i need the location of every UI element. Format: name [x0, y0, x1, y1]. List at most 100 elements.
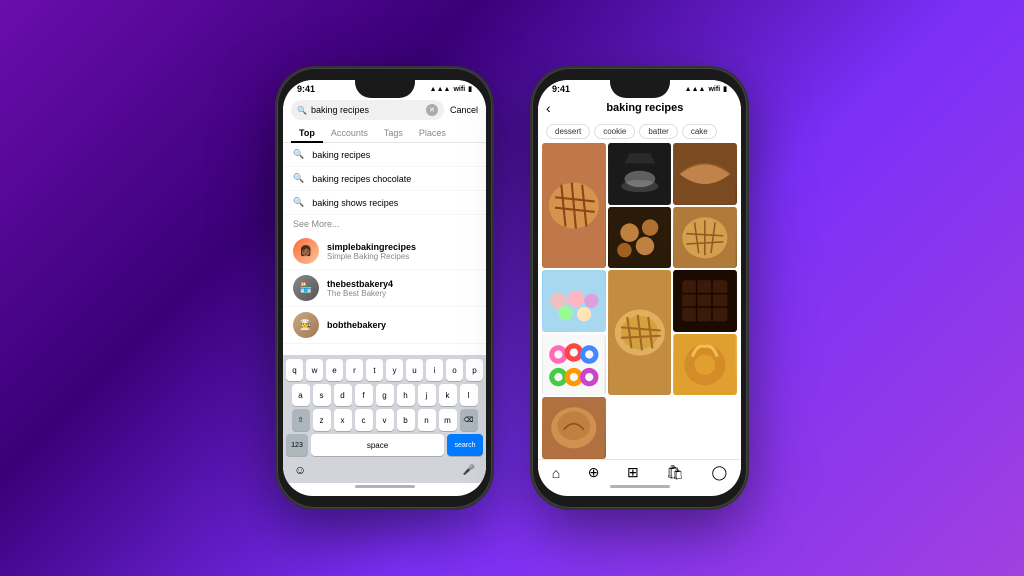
battery-icon-2: ▮ [723, 85, 727, 93]
key-z[interactable]: z [313, 409, 331, 431]
tab-accounts[interactable]: Accounts [323, 124, 376, 142]
key-k[interactable]: k [439, 384, 457, 406]
grid-cell-choc[interactable] [673, 270, 737, 332]
cancel-button[interactable]: Cancel [450, 105, 478, 115]
bottom-nav: ⌂ ⊕ ⊞ 🛍 ◯ [538, 459, 741, 483]
key-shift[interactable]: ⇧ [292, 409, 310, 431]
home-bar-1 [355, 485, 415, 488]
clear-button[interactable]: ✕ [426, 104, 438, 116]
signal-icon: ▲▲▲ [430, 86, 451, 93]
key-space[interactable]: space [311, 434, 444, 456]
status-icons-2: ▲▲▲ wifi ▮ [685, 85, 727, 93]
kb-bottom-row: ☺ 🎤 [286, 459, 483, 481]
key-g[interactable]: g [376, 384, 394, 406]
key-m[interactable]: m [439, 409, 457, 431]
see-more-link[interactable]: See More... [283, 215, 486, 233]
kb-row-1: q w e r t y u i o p [286, 359, 483, 381]
wifi-icon-2: wifi [708, 86, 720, 93]
key-v[interactable]: v [376, 409, 394, 431]
nav-shop-icon[interactable]: 🛍 [666, 464, 684, 481]
key-f[interactable]: f [355, 384, 373, 406]
account-item-1[interactable]: 👩🏾 simplebakingrecipes Simple Baking Rec… [283, 233, 486, 270]
chip-batter[interactable]: batter [639, 124, 677, 139]
key-c[interactable]: c [355, 409, 373, 431]
nav-profile-icon[interactable]: ◯ [712, 464, 728, 481]
grid-cell-pie-brown[interactable] [673, 143, 737, 205]
account-username-1: simplebakingrecipes [327, 242, 416, 252]
avatar-1: 👩🏾 [293, 238, 319, 264]
kb-row-2: a s d f g h j k l [286, 384, 483, 406]
tab-tags[interactable]: Tags [376, 124, 411, 142]
back-button[interactable]: ‹ [546, 100, 551, 116]
account-username-3: bobthebakery [327, 320, 386, 330]
key-delete[interactable]: ⌫ [460, 409, 478, 431]
chip-cake[interactable]: cake [682, 124, 717, 139]
suggestion-item-2[interactable]: 🔍 baking recipes chocolate [283, 167, 486, 191]
signal-icon-2: ▲▲▲ [685, 86, 706, 93]
grid-cell-pie-golden[interactable] [608, 270, 672, 395]
key-123[interactable]: 123 [286, 434, 308, 456]
chip-cookie[interactable]: cookie [594, 124, 635, 139]
account-item-2[interactable]: 🏪 thebestbakery4 The Best Bakery [283, 270, 486, 307]
phone-screen-2: 9:41 ▲▲▲ wifi ▮ ‹ baking recipes dessert… [538, 80, 741, 496]
key-d[interactable]: d [334, 384, 352, 406]
account-info-1: simplebakingrecipes Simple Baking Recipe… [327, 242, 416, 261]
nav-add-icon[interactable]: ⊞ [627, 464, 639, 481]
grid-cell-macarons[interactable] [542, 270, 606, 332]
grid-cell-pie2[interactable] [673, 207, 737, 269]
key-q[interactable]: q [286, 359, 303, 381]
key-o[interactable]: o [446, 359, 463, 381]
time-2: 9:41 [552, 84, 570, 94]
filter-chips: dessert cookie batter cake [538, 120, 741, 143]
tab-top[interactable]: Top [291, 124, 323, 142]
nav-home-icon[interactable]: ⌂ [552, 465, 560, 481]
nav-search-icon[interactable]: ⊕ [588, 464, 600, 481]
status-icons-1: ▲▲▲ wifi ▮ [430, 85, 472, 93]
phone-2: 9:41 ▲▲▲ wifi ▮ ‹ baking recipes dessert… [532, 68, 747, 508]
search-input-box[interactable]: 🔍 baking recipes ✕ [291, 100, 444, 120]
key-search[interactable]: search [447, 434, 483, 456]
search-bar-row: 🔍 baking recipes ✕ Cancel [283, 96, 486, 124]
key-i[interactable]: i [426, 359, 443, 381]
key-t[interactable]: t [366, 359, 383, 381]
grid-cell-pie-top[interactable] [542, 397, 606, 459]
key-b[interactable]: b [397, 409, 415, 431]
phone2-content: ‹ baking recipes dessert cookie batter c… [538, 96, 741, 490]
key-e[interactable]: e [326, 359, 343, 381]
key-n[interactable]: n [418, 409, 436, 431]
chip-dessert[interactable]: dessert [546, 124, 590, 139]
key-l[interactable]: l [460, 384, 478, 406]
battery-icon: ▮ [468, 85, 472, 93]
key-x[interactable]: x [334, 409, 352, 431]
key-a[interactable]: a [292, 384, 310, 406]
grid-cell-donuts[interactable] [542, 334, 606, 396]
key-y[interactable]: y [386, 359, 403, 381]
emoji-icon[interactable]: ☺ [294, 463, 306, 477]
search-icon-sug3: 🔍 [293, 197, 304, 208]
suggestion-item-3[interactable]: 🔍 baking shows recipes [283, 191, 486, 215]
key-w[interactable]: w [306, 359, 323, 381]
key-h[interactable]: h [397, 384, 415, 406]
results-title: baking recipes [557, 102, 733, 114]
keyboard: q w e r t y u i o p a s d f g h [283, 355, 486, 483]
suggestion-text-3: baking shows recipes [312, 198, 398, 208]
mic-icon[interactable]: 🎤 [463, 465, 475, 476]
grid-cell-flour[interactable] [608, 143, 672, 205]
key-u[interactable]: u [406, 359, 423, 381]
search-input-text[interactable]: baking recipes [311, 105, 422, 115]
results-header: ‹ baking recipes [538, 96, 741, 120]
key-s[interactable]: s [313, 384, 331, 406]
suggestion-item-1[interactable]: 🔍 baking recipes [283, 143, 486, 167]
grid-cell-pie-lattice[interactable] [542, 143, 606, 268]
account-item-3[interactable]: 👨‍🍳 bobthebakery [283, 307, 486, 344]
tab-places[interactable]: Places [411, 124, 454, 142]
account-info-3: bobthebakery [327, 320, 386, 330]
key-p[interactable]: p [466, 359, 483, 381]
grid-cell-cookies[interactable] [608, 207, 672, 269]
search-icon-sug2: 🔍 [293, 173, 304, 184]
notch-1 [355, 80, 415, 98]
home-bar-2 [610, 485, 670, 488]
grid-cell-donut-glazed[interactable] [673, 334, 737, 396]
key-j[interactable]: j [418, 384, 436, 406]
key-r[interactable]: r [346, 359, 363, 381]
